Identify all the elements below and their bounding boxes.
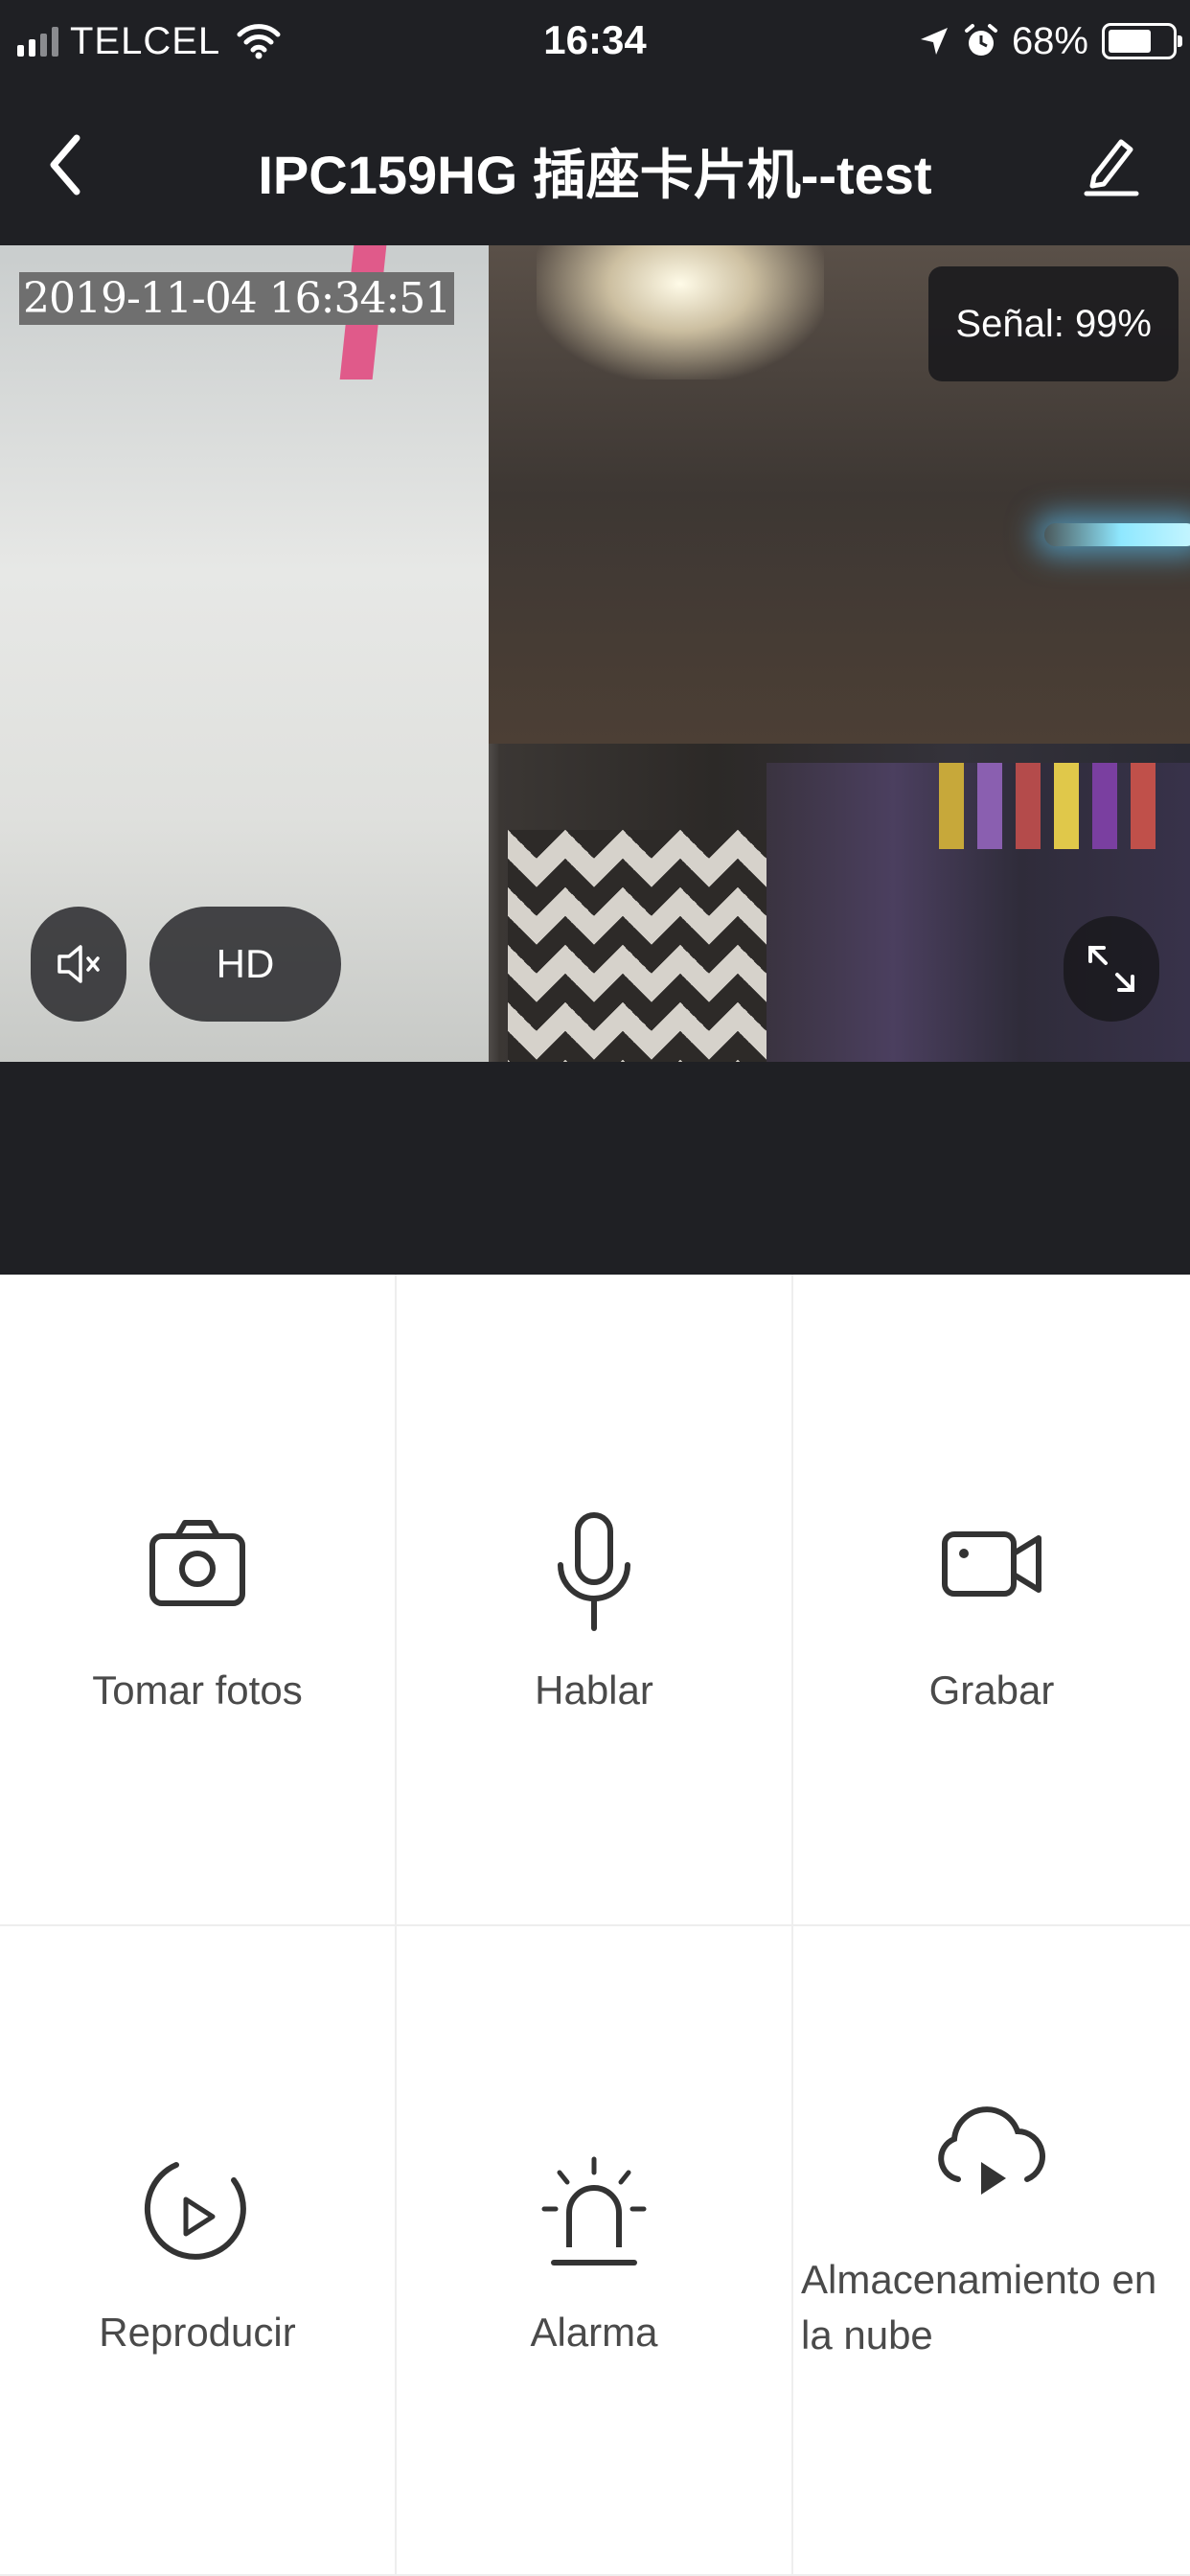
location-arrow-icon [920,28,948,55]
edit-button[interactable] [1077,130,1144,197]
record-label: Grabar [928,1668,1055,1713]
alarm-clock-icon [964,24,997,56]
replay-icon [144,2162,246,2260]
take-photo-label: Tomar fotos [92,1668,303,1713]
alarm-label: Alarma [530,2310,658,2355]
video-quality-button[interactable]: HD [149,907,341,1022]
status-bar: TELCEL 16:34 68% [0,0,1190,84]
camera-icon [149,1520,245,1606]
fullscreen-button[interactable] [1064,916,1159,1022]
battery-percent: 68% [1011,19,1088,62]
video-timestamp: 2019-11-04 16:34:51 [19,272,455,325]
video-scene-neon [1044,523,1190,546]
page-title: IPC159HG 插座卡片机--test [258,145,932,205]
talk-label: Hablar [535,1668,653,1713]
playback-label: Reproducir [99,2310,296,2355]
alarm-siren-icon [541,2156,647,2266]
cloud-storage-button[interactable]: Almacenamiento en la nube [793,1926,1190,2576]
video-footer-band [0,1062,1190,1275]
pencil-icon [1084,139,1139,196]
mute-button[interactable] [31,907,126,1022]
alarm-button[interactable]: Alarma [397,1926,793,2576]
battery-icon [1102,23,1182,59]
video-scene-light [537,245,824,380]
nav-bar: IPC159HG 插座卡片机--test [0,84,1190,245]
expand-icon [1088,946,1134,992]
cloud-storage-label: Almacenamiento en la nube [801,2257,1157,2358]
playback-button[interactable]: Reproducir [0,1926,397,2576]
signal-strength-badge: Señal: 99% [928,266,1179,381]
camera-video-feed[interactable]: 2019-11-04 16:34:51 Señal: 99% HD [0,245,1190,1062]
back-button[interactable] [38,126,96,203]
video-scene-tiles [508,830,767,1062]
microphone-icon [558,1512,630,1631]
speaker-muted-icon [57,945,100,983]
camera-controls-grid: Tomar fotos Hablar Grabar Reproducir Ala… [0,1275,1190,2576]
video-camera-icon [942,1531,1041,1597]
chevron-left-icon [50,134,80,196]
status-right: 68% [918,17,1182,65]
cloud-play-icon [938,2106,1045,2195]
take-photo-button[interactable]: Tomar fotos [0,1275,397,1926]
talk-button[interactable]: Hablar [397,1275,793,1926]
record-button[interactable]: Grabar [793,1275,1190,1926]
